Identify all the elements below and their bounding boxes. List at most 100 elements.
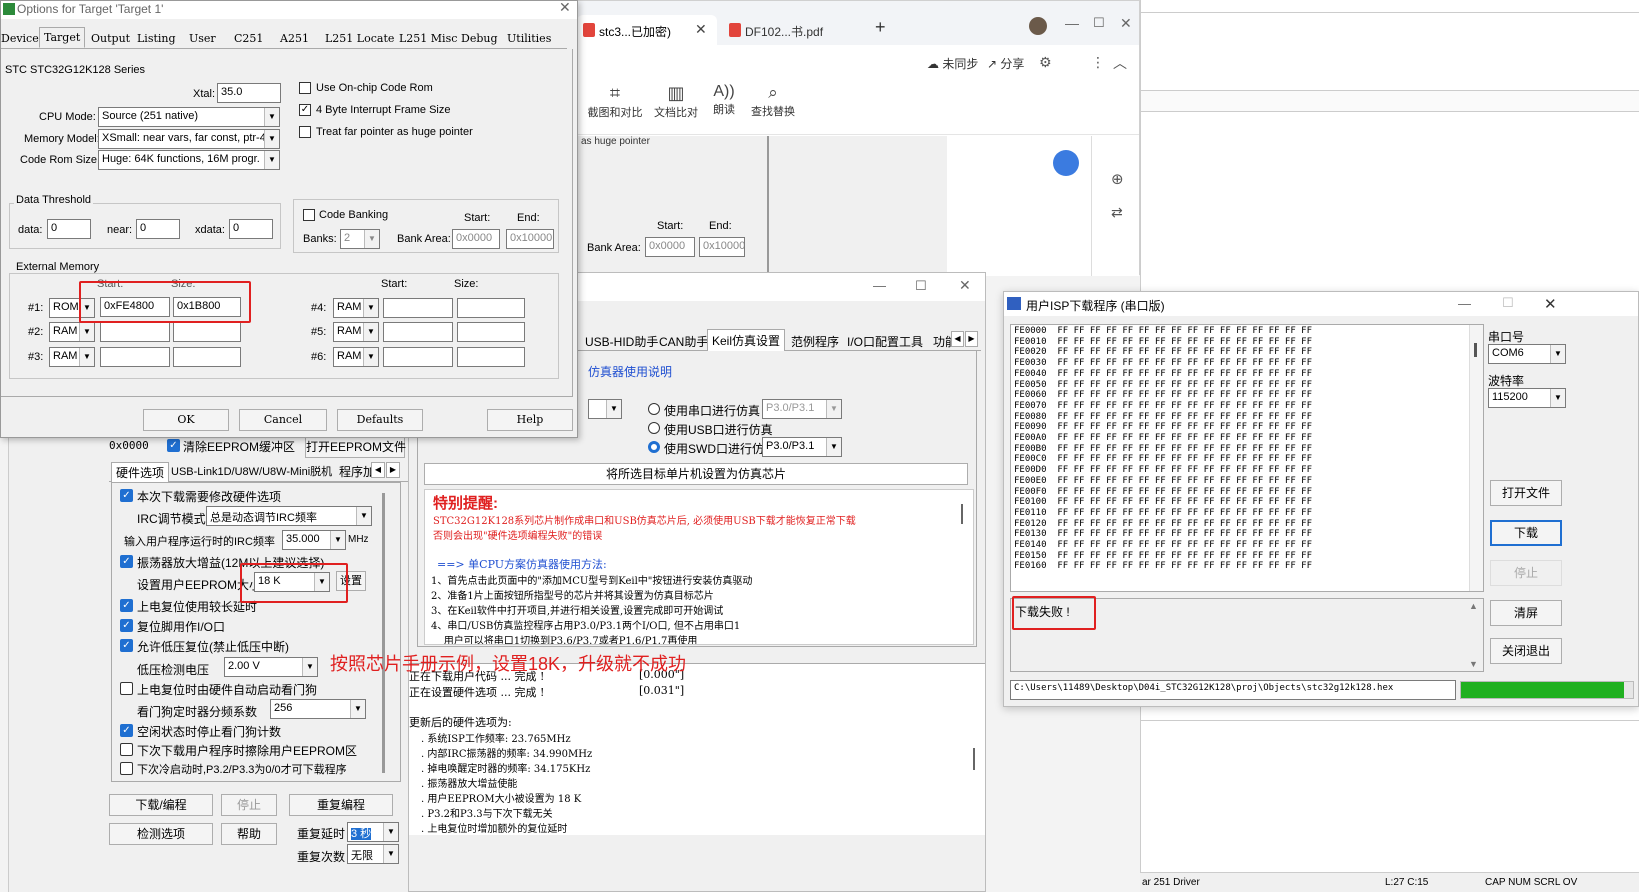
new-tab-icon[interactable]: +: [875, 17, 886, 38]
tab-l251-locate[interactable]: L251 Locate: [325, 32, 394, 45]
close-icon[interactable]: ✕: [1120, 15, 1132, 32]
cancel-button[interactable]: Cancel: [239, 409, 327, 431]
help-button[interactable]: 帮助: [221, 823, 277, 845]
minimize-icon[interactable]: —: [873, 278, 886, 293]
tab-examples[interactable]: 范例程序: [791, 333, 839, 350]
power-reset-long-checkbox[interactable]: ✓: [120, 599, 133, 612]
wdt-div-select[interactable]: 256 ▼: [270, 699, 366, 719]
tab-user[interactable]: User: [189, 32, 216, 45]
share-button[interactable]: ↗ 分享: [987, 55, 1024, 72]
download-button[interactable]: 下载: [1490, 520, 1562, 546]
4byte-frame-checkbox[interactable]: ✓: [299, 104, 311, 116]
onchip-rom-checkbox[interactable]: [299, 82, 311, 94]
retry-count-select[interactable]: 无限 ▼: [347, 844, 399, 864]
xtal-input[interactable]: 35.0: [217, 83, 281, 103]
em-start-input[interactable]: [383, 298, 453, 318]
em-size-input[interactable]: [457, 298, 525, 318]
defaults-button[interactable]: Defaults: [337, 409, 423, 431]
tab-l251-misc[interactable]: L251 Misc: [399, 32, 457, 45]
tab-utilities[interactable]: Utilities: [507, 32, 551, 45]
tab-scroll-right-icon[interactable]: ▶: [386, 462, 400, 478]
em-type-select[interactable]: RAM ▼: [333, 322, 379, 342]
p32-p33-checkbox[interactable]: [120, 762, 133, 775]
download-program-button[interactable]: 下载/编程: [109, 794, 213, 816]
tab-debug[interactable]: Debug: [461, 32, 498, 45]
tab-usb-hid[interactable]: USB-HID助手: [585, 333, 658, 350]
xdata-input[interactable]: 0: [229, 219, 273, 239]
check-options-button[interactable]: 检测选项: [109, 823, 213, 845]
idle-wdt-checkbox[interactable]: ✓: [120, 724, 133, 737]
tab-a251[interactable]: A251: [280, 32, 309, 45]
tab-scroll-right-icon[interactable]: ▶: [965, 331, 978, 347]
tab-listing[interactable]: Listing: [137, 32, 176, 45]
serial-emu-radio[interactable]: [648, 403, 660, 415]
far-pointer-checkbox[interactable]: [299, 126, 311, 138]
code-banking-checkbox[interactable]: [303, 209, 315, 221]
tab-device[interactable]: Device: [1, 32, 39, 45]
sync-status[interactable]: ☁ 未同步: [927, 55, 978, 72]
erase-eeprom-checkbox[interactable]: [120, 743, 133, 756]
tab-df102-pdf[interactable]: DF102...书.pdf: [723, 15, 863, 45]
em-size-input[interactable]: [457, 347, 525, 367]
retry-delay-select[interactable]: 3 秒 ▼: [347, 822, 399, 842]
port-select[interactable]: COM6 ▼: [1488, 344, 1566, 364]
memory-model-select[interactable]: XSmall: near vars, far const, ptr-4 ▼: [98, 129, 280, 149]
tab-program[interactable]: 程序加: [339, 463, 375, 480]
emu-manual-link[interactable]: 仿真器使用说明: [588, 363, 672, 380]
tool-read-aloud[interactable]: A)) 朗读: [707, 83, 741, 117]
tab-hardware-options[interactable]: 硬件选项: [111, 462, 170, 482]
ok-button[interactable]: OK: [143, 409, 229, 431]
baud-select[interactable]: 115200 ▼: [1488, 388, 1566, 408]
tab-pdf-encrypted[interactable]: stc3...已加密) ✕: [577, 15, 717, 45]
minimize-icon[interactable]: —: [1458, 296, 1471, 311]
reset-io-checkbox[interactable]: ✓: [120, 619, 133, 632]
em-start-input[interactable]: [383, 322, 453, 342]
emu-target-select[interactable]: ▼: [588, 399, 622, 419]
open-eeprom-button[interactable]: 打开EEPROM文件: [305, 436, 406, 458]
open-file-button[interactable]: 打开文件: [1490, 480, 1562, 506]
close-exit-button[interactable]: 关闭退出: [1490, 638, 1562, 664]
help-button[interactable]: Help: [487, 409, 573, 431]
data-input[interactable]: 0: [47, 219, 91, 239]
lvd-reset-checkbox[interactable]: ✓: [120, 639, 133, 652]
em-size-input[interactable]: [173, 322, 241, 342]
scroll-up-icon[interactable]: ▲: [1469, 601, 1478, 611]
tool-screenshot-compare[interactable]: ⌗ 截图和对比: [585, 83, 645, 120]
em-size-input[interactable]: [457, 322, 525, 342]
em-start-input[interactable]: [100, 322, 170, 342]
em-type-select[interactable]: RAM ▼: [333, 347, 379, 367]
close-icon[interactable]: ✕: [1544, 295, 1557, 313]
em-type-select[interactable]: RAM ▼: [49, 347, 95, 367]
settings-icon[interactable]: ⚙: [1039, 54, 1052, 71]
em-type-select[interactable]: RAM ▼: [49, 322, 95, 342]
em-start-input[interactable]: [100, 347, 170, 367]
near-input[interactable]: 0: [136, 219, 180, 239]
tab-c251[interactable]: C251: [234, 32, 263, 45]
close-icon[interactable]: ✕: [959, 277, 971, 294]
wdt-auto-checkbox[interactable]: [120, 682, 133, 695]
cpu-mode-select[interactable]: Source (251 native) ▼: [98, 107, 280, 127]
irc-mode-select[interactable]: 总是动态调节IRC频率 ▼: [206, 506, 372, 526]
clear-button[interactable]: 清屏: [1490, 600, 1562, 626]
tab-keil-emu[interactable]: Keil仿真设置: [707, 329, 786, 351]
zoom-icon[interactable]: ⊕: [1111, 170, 1124, 188]
tab-scroll-left-icon[interactable]: ◀: [951, 331, 964, 347]
maximize-icon[interactable]: ☐: [1502, 295, 1514, 311]
tab-output[interactable]: Output: [91, 32, 130, 45]
clear-eeprom-checkbox[interactable]: ✓: [167, 439, 180, 452]
tab-target[interactable]: Target: [39, 27, 86, 48]
tab-can[interactable]: CAN助手: [659, 333, 708, 350]
hw-opt-change-checkbox[interactable]: ✓: [120, 489, 133, 502]
osc-gain-checkbox[interactable]: ✓: [120, 555, 133, 568]
maximize-icon[interactable]: ☐: [915, 278, 927, 294]
swd-port-select[interactable]: P3.0/P3.1 ▼: [762, 437, 842, 457]
lvd-voltage-select[interactable]: 2.00 V ▼: [224, 657, 318, 677]
reprogram-button[interactable]: 重复编程: [289, 794, 393, 816]
swd-emu-radio[interactable]: [648, 441, 660, 453]
usb-emu-radio[interactable]: [648, 422, 660, 434]
tab-scroll-left-icon[interactable]: ◀: [371, 462, 385, 478]
hex-file-path[interactable]: C:\Users\11489\Desktop\D04i_STC32G12K128…: [1010, 680, 1456, 700]
set-emu-chip-button[interactable]: 将所选目标单片机设置为仿真芯片: [424, 463, 968, 485]
scroll-down-icon[interactable]: ▼: [1469, 659, 1478, 669]
minimize-icon[interactable]: —: [1065, 15, 1079, 31]
